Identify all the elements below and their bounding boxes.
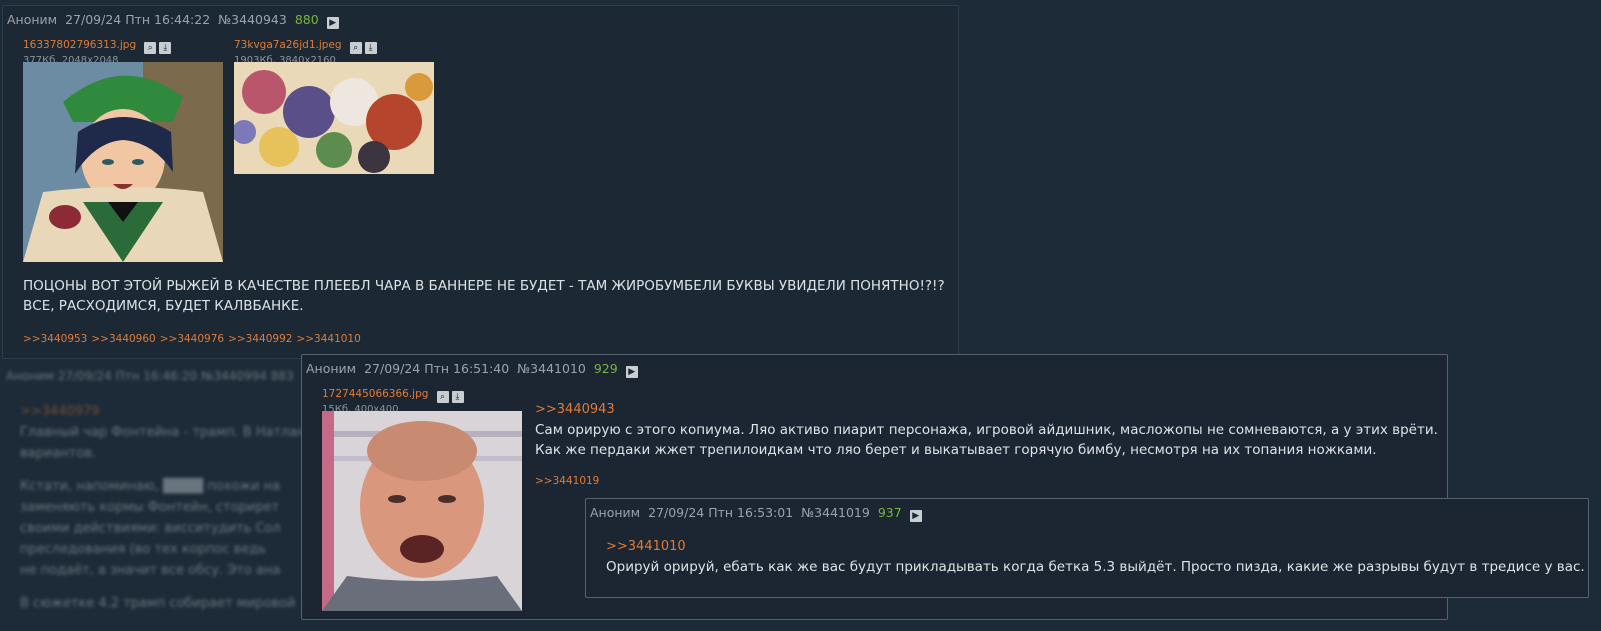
post-replies: >>3440953 >>3440960 >>3440976 >>3440992 >>34…	[23, 333, 365, 345]
magnifier-icon[interactable]: ⌕	[349, 42, 362, 54]
play-icon[interactable]: ▶	[625, 366, 638, 378]
download-icon[interactable]: ⤓	[159, 42, 172, 54]
character-illustration	[23, 62, 223, 262]
background-line: заменяють кормы Фонтейн, сторирет	[20, 500, 280, 515]
quote-link[interactable]: >>3441010	[606, 537, 1585, 557]
post-author: Аноним	[7, 12, 58, 27]
background-post-reply: >>3440979	[20, 404, 100, 419]
background-line	[20, 464, 314, 476]
post-author: Аноним	[590, 505, 641, 520]
post-datetime: 27/09/24 Птн 16:53:01	[648, 505, 794, 520]
message-line: Сам орирую с этого копиума. Ляо активо п…	[535, 422, 1438, 438]
background-line	[20, 581, 314, 593]
file-name-link[interactable]: 16337802796313.jpg	[23, 39, 136, 51]
background-post: Аноним 27/09/24 Птн 16:46:20 №3440994 88…	[6, 366, 314, 614]
reply-link[interactable]: >>3440953	[23, 333, 87, 345]
background-line: вариантов.	[20, 446, 97, 461]
post-preview-3441019: Аноним 27/09/24 Птн 16:53:01 №3441019 93…	[585, 498, 1589, 598]
file-name-link[interactable]: 1727445066366.jpg	[322, 388, 428, 400]
background-line: В сюжетке 4.2 трамп собирает мировой	[20, 596, 296, 611]
magnifier-icon[interactable]: ⌕	[436, 391, 449, 403]
post-number[interactable]: №3440943	[218, 12, 287, 27]
post-likes: 937	[877, 505, 902, 520]
file-name-link[interactable]: 73kvga7a26jd1.jpeg	[234, 39, 342, 51]
post-header: Аноним 27/09/24 Птн 16:44:22 №3440943 88…	[7, 12, 339, 29]
post-header: Аноним 27/09/24 Птн 16:53:01 №3441019 93…	[590, 505, 922, 522]
reply-link[interactable]: >>3440960	[91, 333, 155, 345]
message-line: Как же пердаки жжет трепилоидкам что ляо…	[535, 442, 1377, 458]
post-message: >>3440943 Сам орирую с этого копиума. Ля…	[535, 400, 1438, 460]
magnifier-icon[interactable]: ⌕	[144, 42, 157, 54]
background-line: Кстати, напоминаю, ████ похожи на	[20, 479, 281, 494]
post-author: Аноним	[306, 361, 357, 376]
background-line: своими действиями: висситудить Сол	[20, 521, 281, 536]
thumbnail-image[interactable]	[322, 411, 522, 611]
reply-link[interactable]: >>3440976	[160, 333, 224, 345]
reply-link[interactable]: >>3441019	[535, 475, 599, 487]
background-line: не подаёт, а значит все обсу. Это ана	[20, 563, 281, 578]
play-icon[interactable]: ▶	[326, 17, 339, 29]
post-header: Аноним 27/09/24 Птн 16:51:40 №3441010 92…	[306, 361, 638, 378]
background-line: преследования (во тех корпос ведь	[20, 542, 266, 557]
background-post-header: Аноним 27/09/24 Птн 16:46:20 №3440994 88…	[6, 369, 294, 383]
post-replies: >>3441019	[535, 475, 603, 487]
message-line: ВСЕ, РАСХОДИМСЯ, БУДЕТ КАЛВБАНКЕ.	[23, 298, 304, 314]
message-line: ПОЦОНЫ ВОТ ЭТОЙ РЫЖЕЙ В КАЧЕСТВЕ ПЛЕЕБЛ …	[23, 278, 945, 294]
thumbnail-image-1[interactable]	[23, 62, 223, 262]
post-likes: 929	[593, 361, 618, 376]
reply-link[interactable]: >>3441010	[296, 333, 360, 345]
download-icon[interactable]: ⤓	[364, 42, 377, 54]
post-number[interactable]: №3441010	[517, 361, 586, 376]
background-line: Главный чар Фонтейна - трамп. В Натлане	[20, 425, 314, 440]
post-number[interactable]: №3441019	[801, 505, 870, 520]
group-illustration	[234, 62, 434, 174]
thumbnail-image-2[interactable]	[234, 62, 434, 174]
photo-face	[322, 411, 522, 611]
post-datetime: 27/09/24 Птн 16:51:40	[364, 361, 510, 376]
post-message: >>3441010 Орируй орируй, ебать как же ва…	[606, 537, 1585, 577]
quote-link[interactable]: >>3440943	[535, 400, 1438, 420]
post-message: ПОЦОНЫ ВОТ ЭТОЙ РЫЖЕЙ В КАЧЕСТВЕ ПЛЕЕБЛ …	[23, 276, 945, 316]
play-icon[interactable]: ▶	[909, 510, 922, 522]
reply-link[interactable]: >>3440992	[228, 333, 292, 345]
post-datetime: 27/09/24 Птн 16:44:22	[65, 12, 211, 27]
message-line: Орируй орируй, ебать как же вас будут пр…	[606, 559, 1585, 575]
download-icon[interactable]: ⤓	[451, 391, 464, 403]
post-likes: 880	[294, 12, 319, 27]
post-3440943: Аноним 27/09/24 Птн 16:44:22 №3440943 88…	[2, 5, 959, 359]
